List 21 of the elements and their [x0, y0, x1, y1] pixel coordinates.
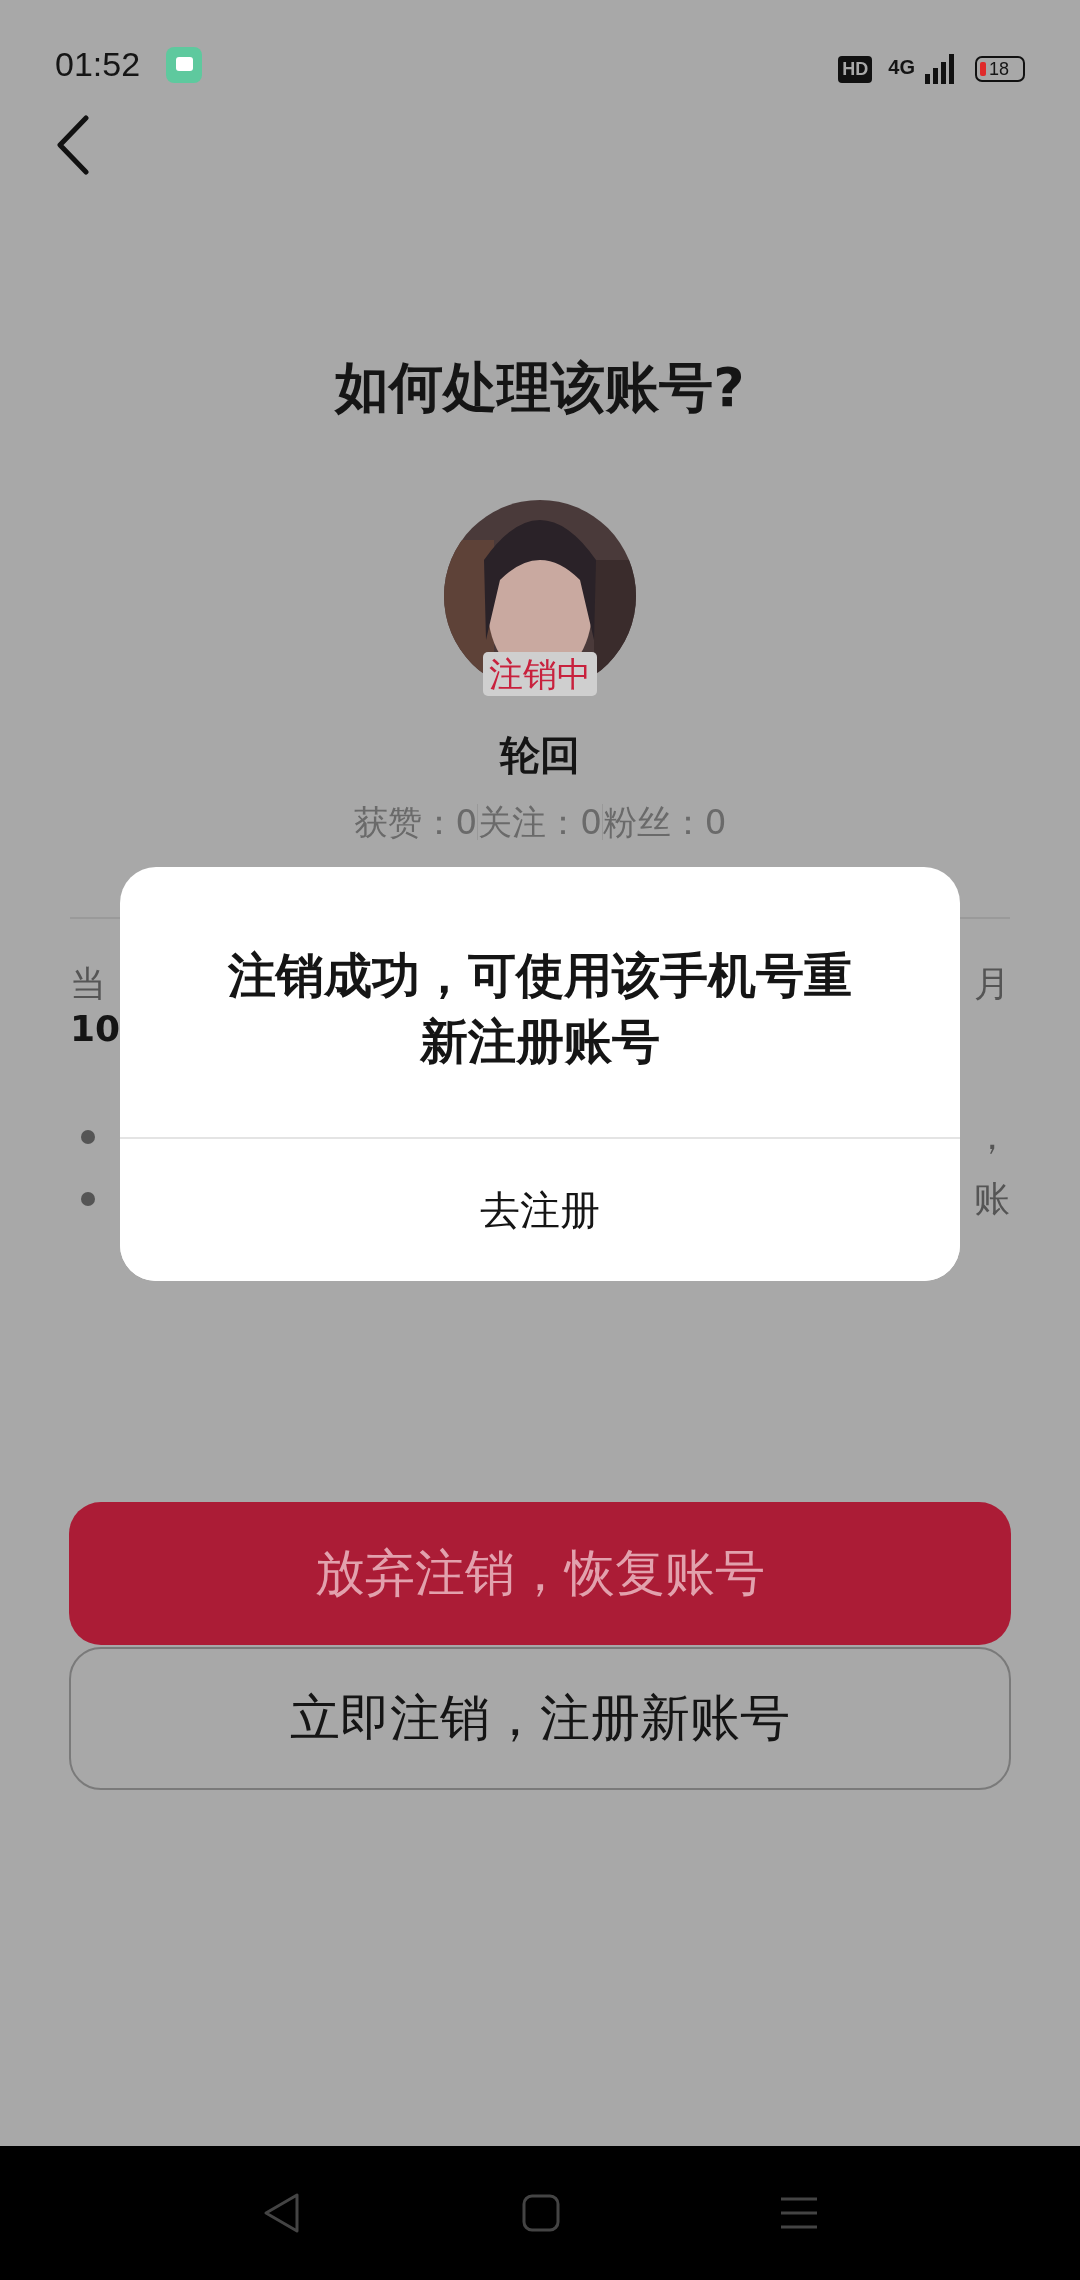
battery-icon: 18: [975, 56, 1025, 82]
signal-icon: [925, 54, 955, 84]
notice-text: 当: [70, 961, 106, 1006]
status-time: 01:52: [55, 45, 141, 84]
network-type: 4G: [888, 56, 915, 79]
stat-text: 粉丝：0: [602, 801, 727, 844]
stat-text: 获赞：0: [353, 801, 478, 844]
page-title: 如何处理该账号?: [333, 355, 746, 421]
home-icon[interactable]: [522, 2194, 560, 2232]
menu-icon[interactable]: [780, 2196, 818, 2230]
notice-text: ，: [974, 1114, 1010, 1159]
register-new-account-button[interactable]: 立即注销，注册新账号: [69, 1647, 1011, 1790]
hd-badge: HD: [838, 55, 873, 83]
notice-text: 账: [974, 1176, 1010, 1221]
user-name: 轮回: [498, 731, 581, 780]
notice-text: 月: [974, 961, 1010, 1006]
stat-text: 关注：0: [478, 801, 602, 844]
app-notification-icon: [166, 46, 203, 83]
notice-text: 10: [70, 1007, 121, 1049]
back-icon[interactable]: [56, 115, 90, 175]
status-badge: 注销中: [483, 652, 597, 696]
